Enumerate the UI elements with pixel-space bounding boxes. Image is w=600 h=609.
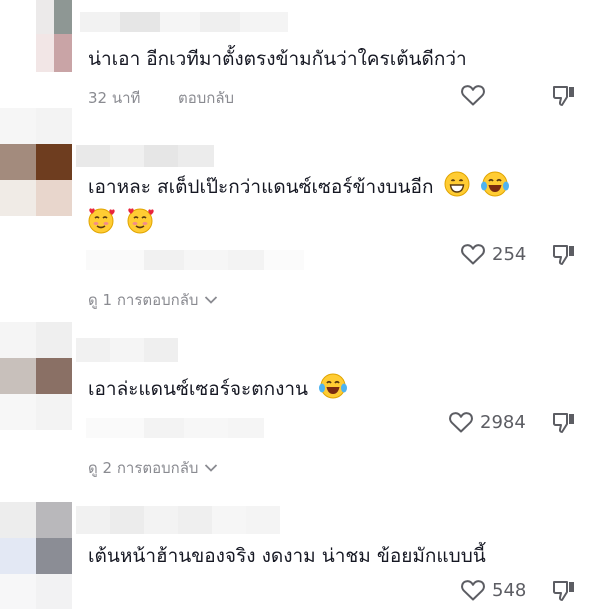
dislike-button[interactable] — [552, 243, 576, 267]
like-button[interactable]: 548 — [460, 578, 526, 602]
chevron-down-icon — [205, 464, 218, 472]
comment-text: น่าเอา อีกเวทีมาตั้งตรงข้ามกันว่าใครเต้น… — [88, 48, 467, 70]
heart-icon — [461, 580, 485, 601]
dislike-button[interactable] — [552, 579, 576, 603]
grinning-emoji — [444, 171, 469, 197]
avatar[interactable] — [0, 322, 72, 430]
dislike-button[interactable] — [552, 411, 576, 435]
comment-text: เต้นหน้าฮ้านของจริง งดงาม น่าชม ข้อยมักแ… — [88, 545, 486, 567]
chevron-down-icon — [205, 296, 218, 304]
comment-emoji-line — [86, 206, 155, 234]
comment-text: เอาหละ สเต็ปเป๊ะกว่าแดนซ์เซอร์ข้างบนอีก — [88, 171, 510, 202]
tears-of-joy-emoji — [319, 373, 348, 399]
like-count: 2984 — [480, 411, 526, 433]
thumbs-down-icon — [552, 581, 574, 601]
view-replies-button[interactable]: ดู 1 การตอบกลับ — [88, 288, 218, 312]
comment-text: เอาล่ะแดนซ์เซอร์จะตกงาน — [88, 373, 348, 404]
like-count: 548 — [492, 579, 527, 601]
thumbs-down-icon — [552, 413, 574, 433]
comment-text-content: เอาล่ะแดนซ์เซอร์จะตกงาน — [88, 378, 309, 400]
view-replies-label: ดู 2 การตอบกลับ — [88, 459, 199, 477]
dislike-button[interactable] — [552, 84, 576, 108]
reply-button[interactable]: ตอบกลับ — [178, 86, 234, 110]
like-button[interactable]: 254 — [460, 242, 526, 266]
thumbs-down-icon — [552, 245, 574, 265]
username-blurred[interactable] — [76, 338, 178, 362]
comment-timestamp: 32 นาที — [88, 89, 141, 107]
view-replies-button[interactable]: ดู 2 การตอบกลับ — [88, 456, 218, 480]
avatar[interactable] — [0, 108, 72, 216]
timestamp-blurred — [86, 250, 304, 270]
tears-of-joy-emoji — [480, 171, 509, 197]
smiling-hearts-emoji — [88, 208, 115, 234]
like-button[interactable] — [460, 83, 486, 107]
timestamp-blurred — [86, 418, 264, 438]
like-button[interactable]: 2984 — [448, 410, 526, 434]
thumbs-down-icon — [552, 86, 574, 106]
username-blurred[interactable] — [76, 506, 280, 534]
smiling-hearts-emoji — [127, 208, 154, 234]
heart-icon — [461, 244, 485, 265]
avatar[interactable] — [0, 502, 72, 609]
avatar[interactable] — [36, 0, 72, 72]
heart-icon — [461, 85, 485, 106]
heart-icon — [449, 412, 473, 433]
username-blurred[interactable] — [76, 145, 214, 167]
like-count: 254 — [492, 243, 527, 265]
view-replies-label: ดู 1 การตอบกลับ — [88, 291, 199, 309]
comment-text-content: เอาหละ สเต็ปเป๊ะกว่าแดนซ์เซอร์ข้างบนอีก — [88, 176, 434, 198]
username-blurred[interactable] — [80, 12, 288, 32]
